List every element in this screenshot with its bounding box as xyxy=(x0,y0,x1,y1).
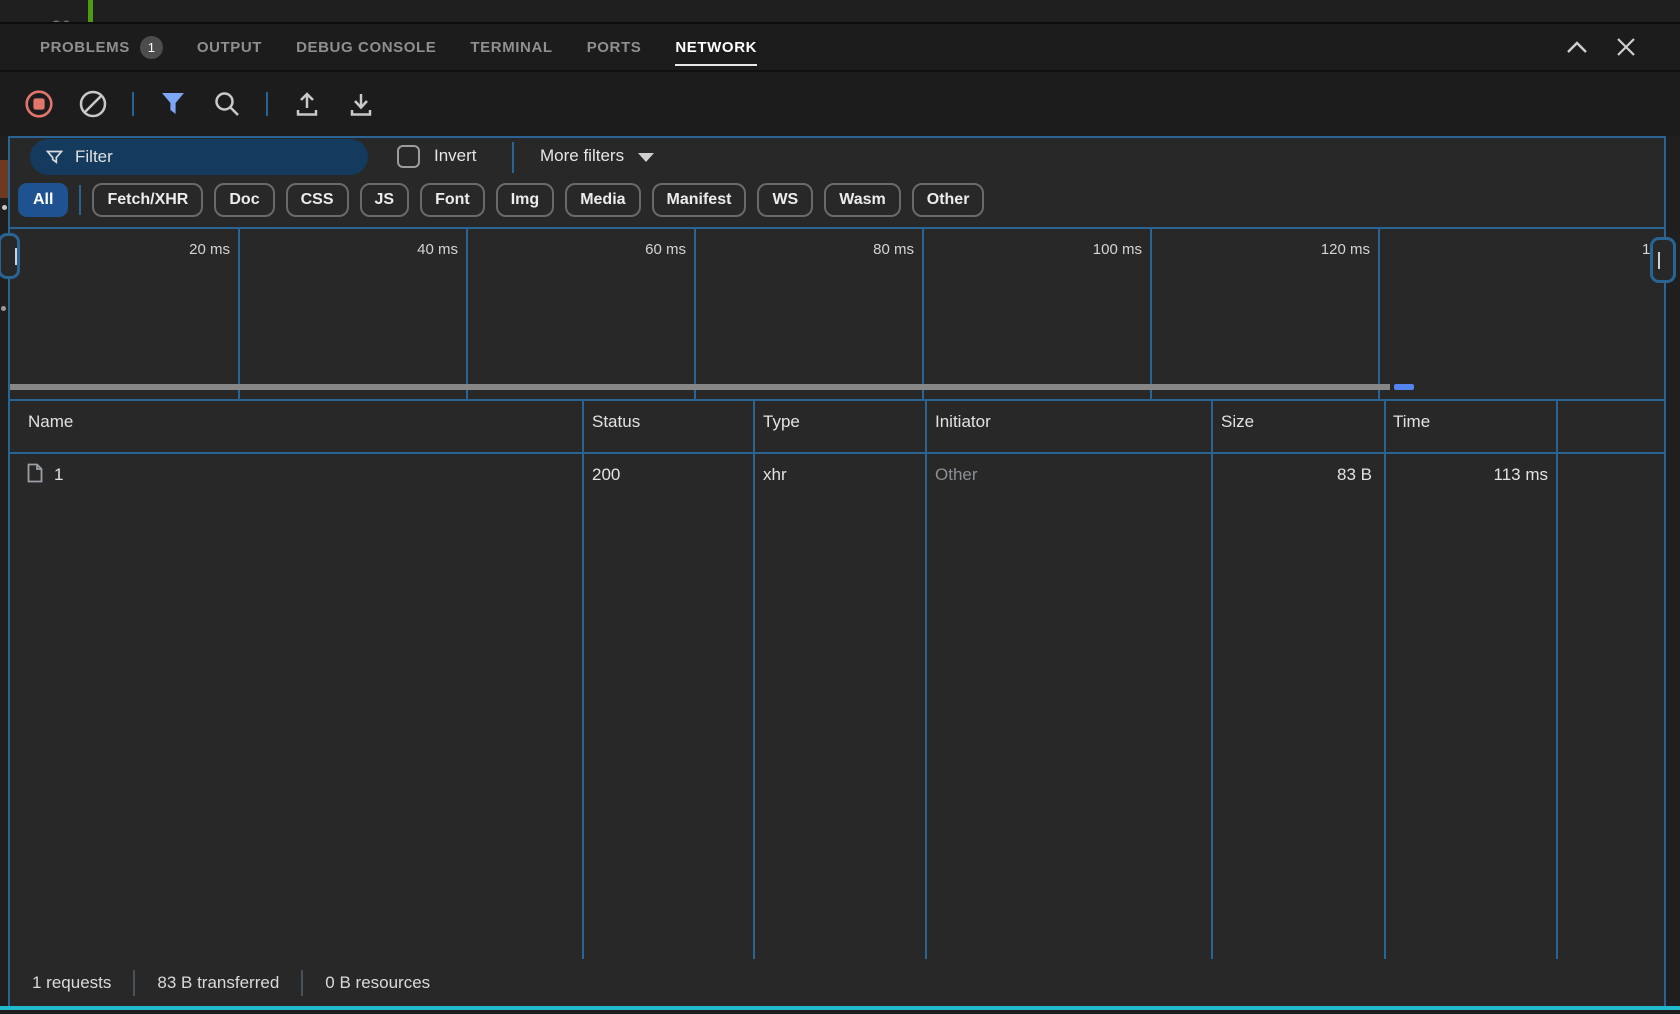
tab-ports[interactable]: PORTS xyxy=(587,24,642,70)
gutter-dot xyxy=(2,205,7,210)
code-line: 20 // const yourMMKVStorage = new MMKV()… xyxy=(0,0,58,22)
overview-right-grip[interactable] xyxy=(1650,237,1676,283)
chip-manifest[interactable]: Manifest xyxy=(652,183,747,217)
chip-ws[interactable]: WS xyxy=(757,183,813,217)
network-panel: Invert More filters All Fetch/XHR Doc CS… xyxy=(10,138,1664,1006)
panel-actions xyxy=(1566,24,1636,70)
transferred-size: 83 B transferred xyxy=(157,973,279,993)
column-separator[interactable] xyxy=(582,399,584,959)
more-filters-button[interactable]: More filters xyxy=(540,146,654,166)
chip-css[interactable]: CSS xyxy=(286,183,349,217)
chip-separator xyxy=(79,185,81,215)
timeline-gridline xyxy=(1150,229,1152,399)
invert-label[interactable]: Invert xyxy=(434,146,477,166)
table-header-border xyxy=(10,452,1664,454)
network-summary-bar: 1 requests 83 B transferred 0 B resource… xyxy=(10,960,1664,1006)
grip-tick xyxy=(15,248,17,265)
time-label: 20 ms xyxy=(146,241,230,258)
search-icon[interactable] xyxy=(212,89,242,119)
column-separator[interactable] xyxy=(925,399,927,959)
column-header-type[interactable]: Type xyxy=(763,412,800,432)
problems-count-badge: 1 xyxy=(140,36,163,59)
chip-other[interactable]: Other xyxy=(912,183,985,217)
panel-tab-bar: PROBLEMS 1 OUTPUT DEBUG CONSOLE TERMINAL… xyxy=(0,24,1680,70)
vscode-panel: 20 // const yourMMKVStorage = new MMKV()… xyxy=(0,0,1680,1014)
filter-input-pill[interactable] xyxy=(30,139,368,175)
resources-size: 0 B resources xyxy=(325,973,430,993)
timeline-gridline xyxy=(466,229,468,399)
time-label: 100 ms xyxy=(1058,241,1142,258)
time-label: 40 ms xyxy=(374,241,458,258)
cell-time: 113 ms xyxy=(1384,465,1548,485)
overview-request-segment xyxy=(1394,384,1414,390)
column-header-size[interactable]: Size xyxy=(1221,412,1254,432)
gutter-dot xyxy=(1,306,6,311)
grip-tick xyxy=(1658,252,1660,269)
summary-separator xyxy=(301,970,303,996)
chevron-up-icon[interactable] xyxy=(1566,40,1588,54)
overview-left-grip[interactable] xyxy=(0,233,20,279)
chip-all[interactable]: All xyxy=(18,183,68,217)
chip-wasm[interactable]: Wasm xyxy=(824,183,901,217)
editor-code-strip: 20 // const yourMMKVStorage = new MMKV()… xyxy=(0,0,1680,22)
close-icon[interactable] xyxy=(1616,37,1636,57)
column-header-name[interactable]: Name xyxy=(28,412,73,432)
column-header-initiator[interactable]: Initiator xyxy=(935,412,991,432)
network-overview-timeline[interactable]: 20 ms 40 ms 60 ms 80 ms 100 ms 120 ms 1 xyxy=(10,227,1664,401)
filter-separator xyxy=(512,142,514,173)
resource-type-filters: All Fetch/XHR Doc CSS JS Font Img Media … xyxy=(18,183,984,217)
invert-checkbox[interactable] xyxy=(397,145,420,168)
chip-js[interactable]: JS xyxy=(360,183,410,217)
cell-name: 1 xyxy=(54,465,63,485)
overview-request-track xyxy=(10,384,1390,390)
requests-count: 1 requests xyxy=(32,973,111,993)
panel-bottom-edge xyxy=(0,1006,1680,1010)
column-separator[interactable] xyxy=(1556,399,1558,959)
document-icon xyxy=(26,463,44,483)
timeline-gridline xyxy=(1378,229,1380,399)
funnel-outline-icon xyxy=(46,150,63,165)
column-header-time[interactable]: Time xyxy=(1393,412,1430,432)
chip-doc[interactable]: Doc xyxy=(214,183,274,217)
tab-network[interactable]: NETWORK xyxy=(675,24,757,70)
toolbar-separator xyxy=(132,92,134,116)
tab-debug-console[interactable]: DEBUG CONSOLE xyxy=(296,24,436,70)
triangle-down-icon xyxy=(638,153,654,162)
column-header-status[interactable]: Status xyxy=(592,412,640,432)
network-toolbar xyxy=(0,70,1680,136)
timeline-gridline xyxy=(922,229,924,399)
filter-input[interactable] xyxy=(73,146,327,168)
cell-initiator: Other xyxy=(935,465,978,485)
clear-icon[interactable] xyxy=(78,89,108,119)
tab-output[interactable]: OUTPUT xyxy=(197,24,262,70)
export-har-icon[interactable] xyxy=(346,89,376,119)
toolbar-separator xyxy=(266,92,268,116)
timeline-gridline xyxy=(238,229,240,399)
cell-status: 200 xyxy=(592,465,620,485)
time-label: 80 ms xyxy=(830,241,914,258)
chip-media[interactable]: Media xyxy=(565,183,640,217)
chip-fetch-xhr[interactable]: Fetch/XHR xyxy=(92,183,203,217)
column-separator[interactable] xyxy=(753,399,755,959)
summary-separator xyxy=(133,970,135,996)
import-har-icon[interactable] xyxy=(292,89,322,119)
cell-type: xhr xyxy=(763,465,787,485)
chip-font[interactable]: Font xyxy=(420,183,485,217)
modified-line-gutter-marker xyxy=(88,0,93,22)
tab-problems[interactable]: PROBLEMS 1 xyxy=(40,24,163,70)
timeline-gridline xyxy=(694,229,696,399)
time-label: 60 ms xyxy=(602,241,686,258)
chip-img[interactable]: Img xyxy=(496,183,554,217)
record-stop-icon[interactable] xyxy=(24,89,54,119)
tab-terminal[interactable]: TERMINAL xyxy=(470,24,552,70)
cell-size: 83 B xyxy=(1211,465,1372,485)
time-label: 120 ms xyxy=(1286,241,1370,258)
line-number: 20 xyxy=(52,15,71,22)
filter-funnel-icon[interactable] xyxy=(158,89,188,119)
